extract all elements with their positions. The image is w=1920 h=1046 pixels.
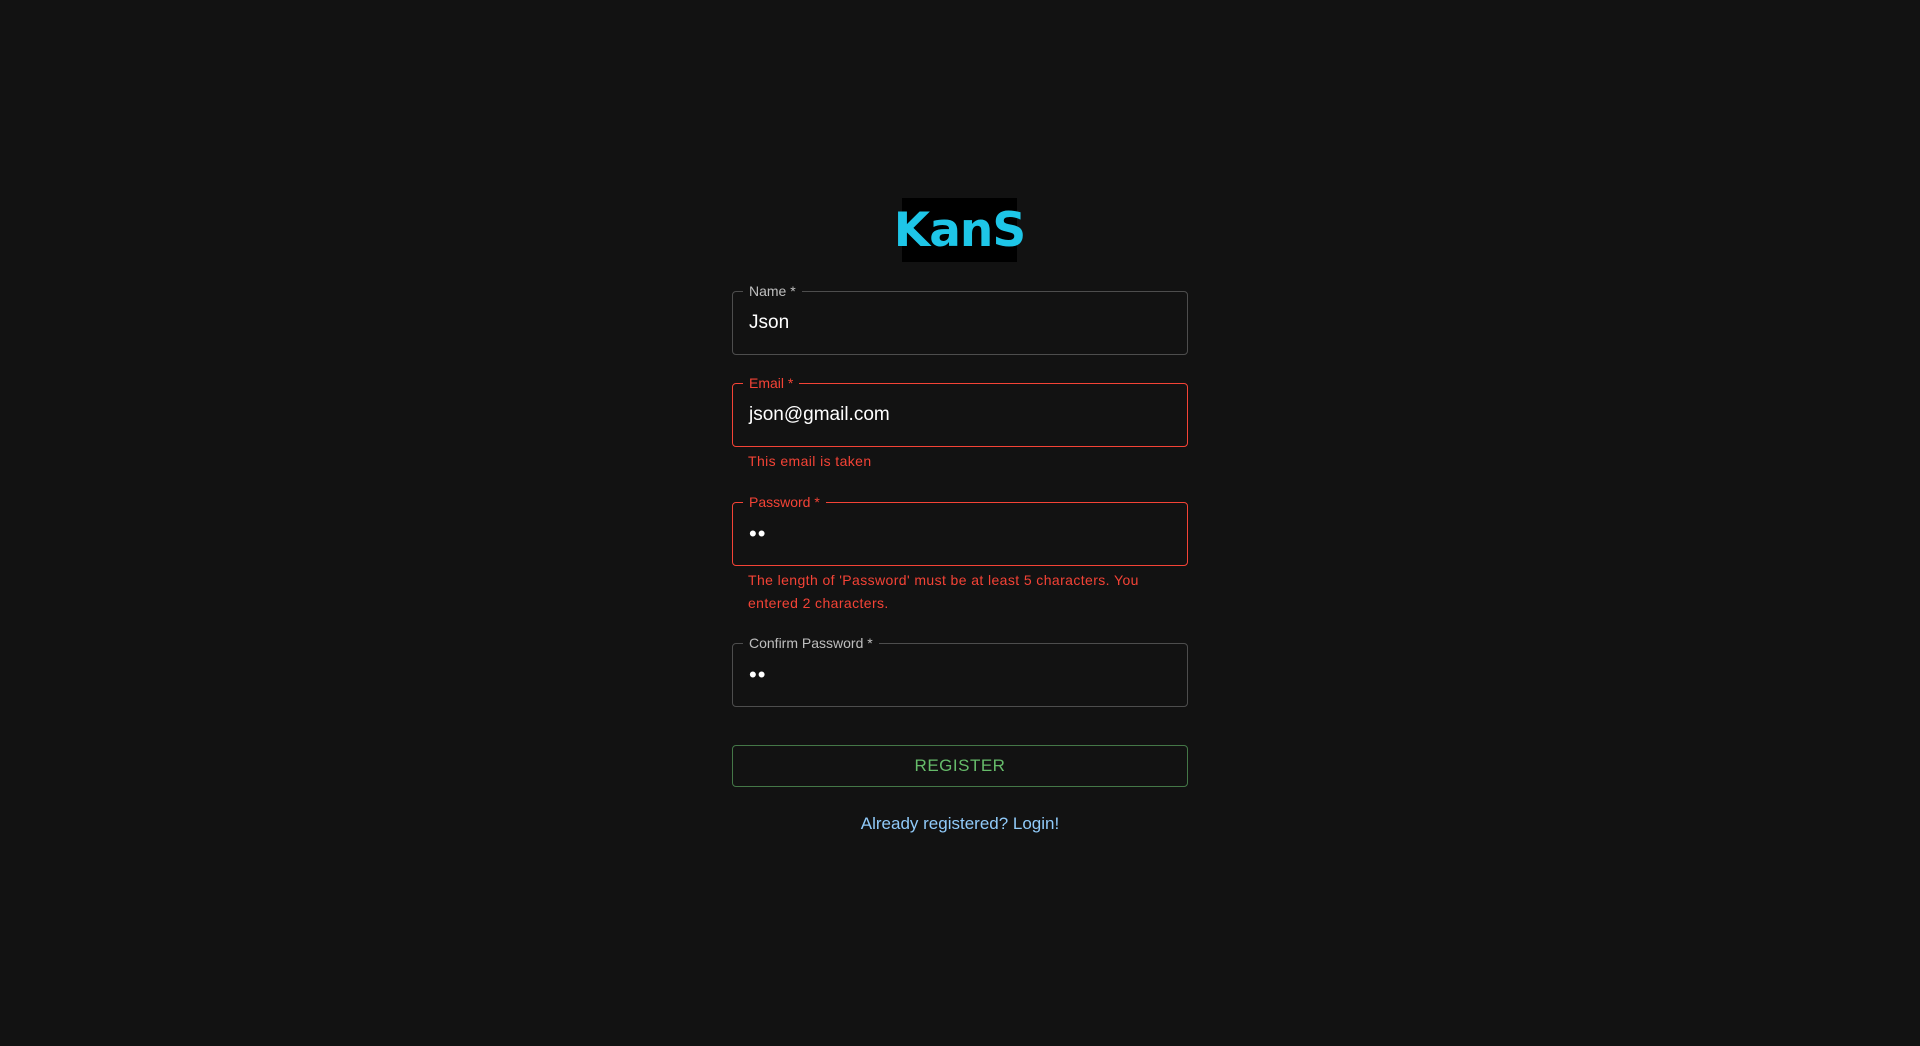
password-field[interactable]: Password * •• [732, 493, 1188, 566]
register-page: KanS Name * Json Email * json@gmail.com … [0, 0, 1920, 1046]
email-input[interactable]: json@gmail.com [749, 384, 1171, 446]
kans-logo: KanS [894, 198, 1026, 262]
login-link[interactable]: Already registered? Login! [732, 814, 1188, 834]
email-error-text: This email is taken [748, 453, 872, 469]
password-input[interactable]: •• [749, 503, 1171, 565]
confirm-password-input[interactable]: •• [749, 644, 1171, 706]
register-button[interactable]: REGISTER [732, 745, 1188, 787]
name-input[interactable]: Json [749, 292, 1171, 354]
logo-text: KanS [893, 202, 1026, 258]
password-error-text: The length of 'Password' must be at leas… [748, 572, 1139, 611]
email-field[interactable]: Email * json@gmail.com [732, 374, 1188, 447]
name-field[interactable]: Name * Json [732, 282, 1188, 355]
confirm-password-field[interactable]: Confirm Password * •• [732, 634, 1188, 707]
